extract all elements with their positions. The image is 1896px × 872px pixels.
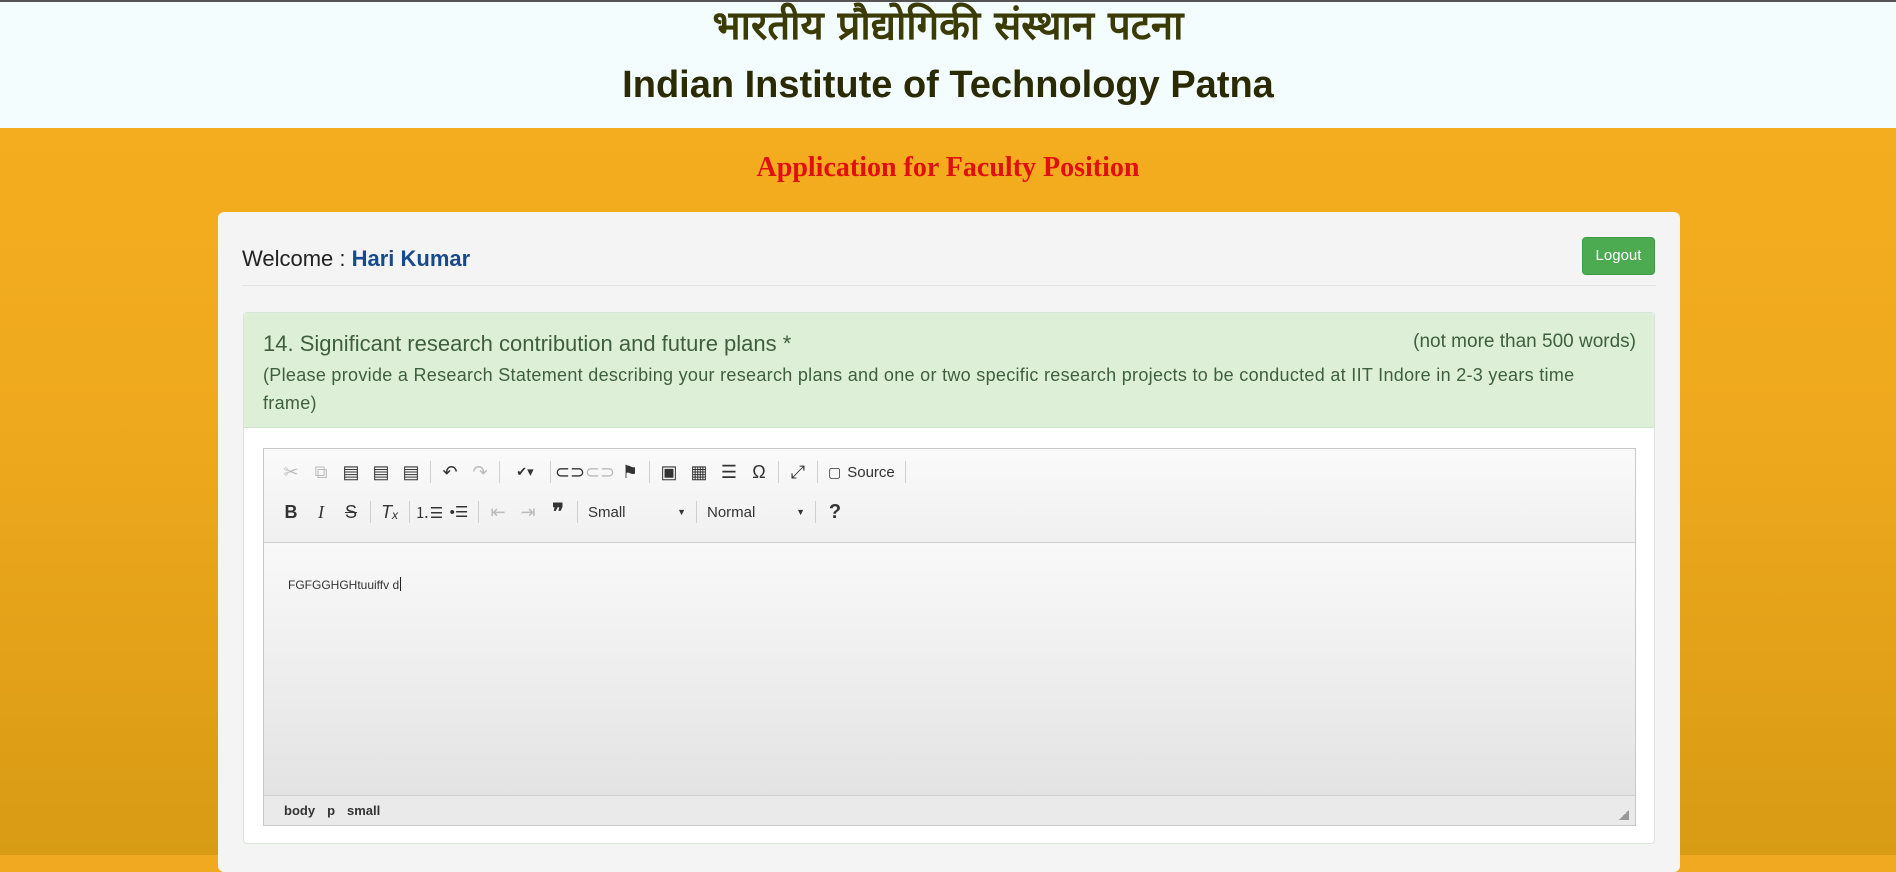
italic-icon[interactable]: I [306, 498, 336, 526]
application-panel: Welcome : Hari Kumar Logout 14. Signific… [218, 212, 1680, 872]
indent-icon[interactable]: ⇥ [513, 498, 543, 526]
format-dropdown[interactable]: Normal ▼ [701, 499, 811, 525]
chevron-down-icon: ▼ [796, 507, 805, 517]
unlink-icon[interactable]: ⊂⊃ [585, 458, 615, 486]
toolbar-separator [478, 501, 479, 523]
numbered-list-icon[interactable]: ⒈☰ [414, 498, 444, 526]
toolbar-separator [904, 461, 906, 483]
toolbar-separator [696, 501, 697, 523]
word-limit-note: (not more than 500 words) [1413, 331, 1636, 352]
editor-toolbar: ✂ ⧉ ▤ ▤ ▤ ↶ ↷ ✔▾ ⊂⊃ ⊂⊃ ⚑ ▣ ▦ ☰ Ω ⤢ ▢ Sou… [264, 449, 1635, 543]
table-icon[interactable]: ▦ [684, 458, 714, 486]
institute-english-name: Indian Institute of Technology Patna [622, 64, 1274, 106]
toolbar-separator [649, 461, 650, 483]
path-item-body[interactable]: body [278, 803, 321, 818]
special-char-icon[interactable]: Ω [744, 458, 774, 486]
source-button[interactable]: ▢ Source [822, 464, 901, 481]
text-caret [400, 577, 402, 591]
undo-icon[interactable]: ↶ [435, 458, 465, 486]
editor-typed-text: FGFGGHGHtuuiffv d [288, 578, 400, 592]
link-icon[interactable]: ⊂⊃ [555, 458, 585, 486]
toolbar-separator [577, 501, 578, 523]
logout-button[interactable]: Logout [1582, 237, 1655, 275]
toolbar-row-1: ✂ ⧉ ▤ ▤ ▤ ↶ ↷ ✔▾ ⊂⊃ ⊂⊃ ⚑ ▣ ▦ ☰ Ω ⤢ ▢ Sou… [276, 457, 910, 487]
outdent-icon[interactable]: ⇤ [483, 498, 513, 526]
cut-icon[interactable]: ✂ [276, 458, 306, 486]
format-value: Normal [707, 503, 756, 521]
welcome-text: Welcome : Hari Kumar [242, 246, 470, 272]
anchor-icon[interactable]: ⚑ [615, 458, 645, 486]
copy-icon[interactable]: ⧉ [306, 458, 336, 486]
redo-icon[interactable]: ↷ [465, 458, 495, 486]
toolbar-row-2: B I S Tₓ ⒈☰ •☰ ⇤ ⇥ ❞ Small ▼ Normal ▼ ? [276, 497, 850, 527]
chevron-down-icon: ▼ [677, 507, 686, 517]
bold-icon[interactable]: B [276, 498, 306, 526]
source-label: Source [847, 463, 895, 481]
rich-text-editor: ✂ ⧉ ▤ ▤ ▤ ↶ ↷ ✔▾ ⊂⊃ ⊂⊃ ⚑ ▣ ▦ ☰ Ω ⤢ ▢ Sou… [263, 448, 1636, 826]
font-size-value: Small [588, 503, 626, 521]
image-icon[interactable]: ▣ [654, 458, 684, 486]
font-size-dropdown[interactable]: Small ▼ [582, 499, 692, 525]
question-header: 14. Significant research contribution an… [244, 313, 1654, 428]
toolbar-separator [430, 461, 431, 483]
question-description: (Please provide a Research Statement des… [263, 365, 1575, 413]
paste-word-icon[interactable]: ▤ [396, 458, 426, 486]
strikethrough-icon[interactable]: S [336, 498, 366, 526]
remove-format-icon[interactable]: Tₓ [375, 498, 405, 526]
source-icon: ▢ [828, 463, 842, 480]
editor-content-text[interactable]: FGFGGHGHtuuiffv d [288, 577, 402, 592]
element-path: body p small [278, 803, 386, 818]
toolbar-separator [499, 461, 500, 483]
path-item-p[interactable]: p [321, 803, 341, 818]
path-item-small[interactable]: small [341, 803, 386, 818]
editor-content-area[interactable]: FGFGGHGHtuuiffv d [264, 543, 1635, 795]
divider [242, 285, 1656, 286]
resize-handle[interactable] [1619, 810, 1629, 820]
toolbar-separator [409, 501, 410, 523]
toolbar-separator [817, 461, 818, 483]
bulleted-list-icon[interactable]: •☰ [444, 498, 474, 526]
maximize-icon[interactable]: ⤢ [783, 458, 813, 486]
help-icon[interactable]: ? [820, 498, 850, 526]
site-header: भारतीय प्रौद्योगिकी संस्थान पटना Indian … [0, 0, 1896, 128]
paste-text-icon[interactable]: ▤ [366, 458, 396, 486]
user-name: Hari Kumar [351, 246, 471, 271]
question-box: 14. Significant research contribution an… [243, 312, 1655, 844]
spellcheck-icon[interactable]: ✔▾ [504, 458, 546, 486]
toolbar-separator [550, 461, 551, 483]
toolbar-separator [778, 461, 779, 483]
welcome-label: Welcome : [242, 246, 352, 271]
question-title: 14. Significant research contribution an… [263, 331, 792, 356]
editor-statusbar: body p small [264, 795, 1635, 825]
toolbar-separator [370, 501, 371, 523]
paste-icon[interactable]: ▤ [336, 458, 366, 486]
page-title: Application for Faculty Position [756, 152, 1140, 183]
blockquote-icon[interactable]: ❞ [543, 498, 573, 526]
institute-hindi-name: भारतीय प्रौद्योगिकी संस्थान पटना [712, 3, 1184, 49]
toolbar-separator [815, 501, 816, 523]
horizontal-line-icon[interactable]: ☰ [714, 458, 744, 486]
